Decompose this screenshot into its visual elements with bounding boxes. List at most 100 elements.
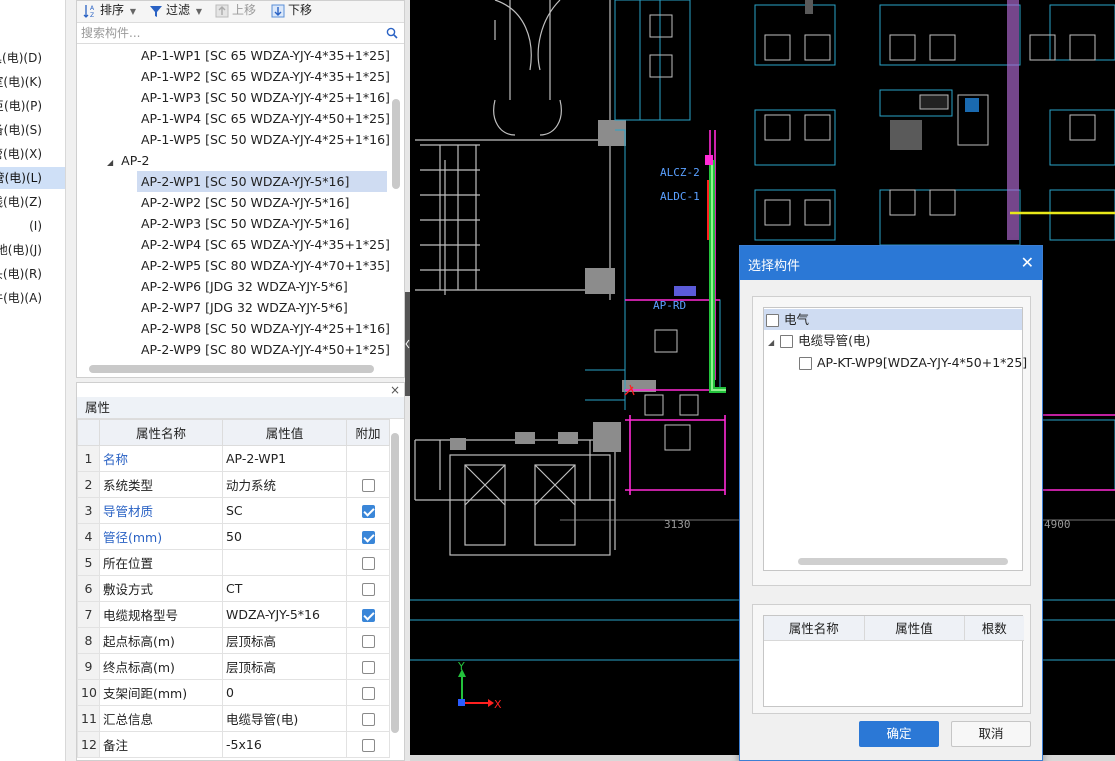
properties-scrollbar[interactable] xyxy=(391,433,399,733)
sort-button[interactable]: A Z 排序 ▼ xyxy=(83,1,136,23)
root-checkbox[interactable] xyxy=(766,314,779,327)
nav-item[interactable]: 具(电)(D) xyxy=(0,47,65,69)
row-number: 7 xyxy=(77,601,100,628)
extra-checkbox[interactable] xyxy=(361,531,375,544)
nav-item[interactable]: 件(电)(A) xyxy=(0,287,65,309)
property-value[interactable]: 动力系统 xyxy=(222,471,347,498)
property-value[interactable]: 50 xyxy=(222,523,347,550)
dialog-count-header: 根数 xyxy=(964,616,1024,641)
nav-item[interactable]: 巨(电)(P) xyxy=(0,95,65,117)
nav-item-label: 管(电)(L) xyxy=(0,171,42,185)
nav-item[interactable]: 地(电)(J) xyxy=(0,239,65,261)
extra-checkbox[interactable] xyxy=(361,505,375,518)
properties-panel: × 属性 属性名称 属性值 附加 1 名称 AP-2-WP1 2 系统类型 动力系统 3 导管… xyxy=(76,382,405,761)
extra-checkbox[interactable] xyxy=(361,635,375,648)
cad-label-alcz: ALCZ-2 xyxy=(660,166,700,179)
property-value[interactable]: SC xyxy=(222,497,347,524)
arrow-up-icon xyxy=(215,4,229,17)
tree-item[interactable]: AP-2-WP1 [SC 50 WDZA-YJY-5*16] xyxy=(137,171,387,192)
row-number: 12 xyxy=(77,731,100,758)
property-value[interactable]: -5x16 xyxy=(222,731,347,758)
property-row[interactable]: 12 备注 -5x16 xyxy=(77,731,390,758)
property-value[interactable]: CT xyxy=(222,575,347,602)
extra-checkbox[interactable] xyxy=(361,713,375,726)
tree-item[interactable]: AP-1-WP3 [SC 50 WDZA-YJY-4*25+1*16] xyxy=(137,87,389,108)
child-checkbox[interactable] xyxy=(780,335,794,348)
property-value[interactable]: 层顶标高 xyxy=(222,653,347,680)
property-value[interactable]: 电缆导管(电) xyxy=(222,705,347,732)
chevron-down-icon: ▼ xyxy=(195,7,202,16)
property-value[interactable]: 层顶标高 xyxy=(222,627,347,654)
filter-icon xyxy=(150,5,162,17)
property-value[interactable]: AP-2-WP1 xyxy=(222,445,347,472)
row-number: 1 xyxy=(77,445,100,472)
property-name: 支架间距(mm) xyxy=(99,679,223,706)
nav-item[interactable]: 线(电)(Z) xyxy=(0,191,65,213)
property-name: 敷设方式 xyxy=(99,575,223,602)
extra-checkbox[interactable] xyxy=(361,583,375,596)
move-down-button[interactable]: 下移 xyxy=(271,1,312,23)
tree-group-row[interactable]: ◢ AP-2 xyxy=(103,150,153,171)
tree-item[interactable]: AP-2-WP9 [SC 80 WDZA-YJY-4*50+1*25] xyxy=(137,339,389,360)
nav-item[interactable]: 管(电)(X) xyxy=(0,143,65,165)
tree-item[interactable]: AP-2-WP2 [SC 50 WDZA-YJY-5*16] xyxy=(137,192,353,213)
extra-checkbox[interactable] xyxy=(361,661,375,674)
expand-arrow-icon[interactable]: ◢ xyxy=(107,158,113,167)
extra-checkbox[interactable] xyxy=(361,609,375,622)
tree-item[interactable]: AP-2-WP7 [JDG 32 WDZA-YJY-5*6] xyxy=(137,297,352,318)
tree-root-row[interactable]: 电气 xyxy=(764,309,1022,330)
extra-checkbox[interactable] xyxy=(361,739,375,752)
extra-cell xyxy=(346,705,390,732)
tree-child-row[interactable]: ◢ 电缆导管(电) xyxy=(764,330,1022,351)
tree-vertical-scrollbar[interactable] xyxy=(392,99,400,189)
property-value[interactable] xyxy=(222,549,347,576)
property-value[interactable]: 0 xyxy=(222,679,347,706)
nav-item[interactable]: 头(电)(R) xyxy=(0,263,65,285)
property-value[interactable]: WDZA-YJY-5*16 xyxy=(222,601,347,628)
search-icon[interactable] xyxy=(386,27,398,39)
tree-item[interactable]: AP-2-WP5 [SC 80 WDZA-YJY-4*70+1*35] xyxy=(137,255,389,276)
tree-item[interactable]: AP-2-WP3 [SC 50 WDZA-YJY-5*16] xyxy=(137,213,353,234)
nav-item[interactable]: 室(电)(K) xyxy=(0,71,65,93)
nav-item-label: (I) xyxy=(29,219,42,233)
property-row[interactable]: 7 电缆规格型号 WDZA-YJY-5*16 xyxy=(77,601,390,628)
property-row[interactable]: 4 管径(mm) 50 xyxy=(77,523,390,550)
filter-button[interactable]: 过滤 ▼ xyxy=(149,1,202,23)
expand-arrow-icon[interactable]: ◢ xyxy=(768,338,774,347)
tree-item[interactable]: AP-2-WP8 [SC 50 WDZA-YJY-4*25+1*16] xyxy=(137,318,389,339)
tree-item[interactable]: AP-1-WP5 [SC 50 WDZA-YJY-4*25+1*16] xyxy=(137,129,389,150)
tree-item[interactable]: AP-2-WP4 [SC 65 WDZA-YJY-4*35+1*25] xyxy=(137,234,389,255)
move-down-label: 下移 xyxy=(288,3,313,17)
ok-button[interactable]: 确定 xyxy=(859,721,939,747)
close-icon[interactable]: × xyxy=(390,383,400,397)
tree-item[interactable]: AP-1-WP4 [SC 65 WDZA-YJY-4*50+1*25] xyxy=(137,108,389,129)
leaf-checkbox[interactable] xyxy=(799,357,812,370)
cancel-button[interactable]: 取消 xyxy=(951,721,1031,747)
nav-item[interactable]: 备(电)(S) xyxy=(0,119,65,141)
property-row[interactable]: 5 所在位置 xyxy=(77,549,390,576)
tree-horizontal-scrollbar[interactable] xyxy=(89,365,374,373)
property-name: 所在位置 xyxy=(99,549,223,576)
extra-checkbox[interactable] xyxy=(361,687,375,700)
property-row[interactable]: 8 起点标高(m) 层顶标高 xyxy=(77,627,390,654)
extra-checkbox[interactable] xyxy=(361,557,375,570)
nav-item[interactable]: 管(电)(L) xyxy=(0,167,65,189)
dialog-tree-scrollbar[interactable] xyxy=(798,558,1008,565)
property-row[interactable]: 9 终点标高(m) 层顶标高 xyxy=(77,653,390,680)
property-row[interactable]: 6 敷设方式 CT xyxy=(77,575,390,602)
close-icon[interactable]: ✕ xyxy=(1021,253,1034,272)
property-row[interactable]: 11 汇总信息 电缆导管(电) xyxy=(77,705,390,732)
search-input[interactable] xyxy=(77,24,377,42)
property-row[interactable]: 3 导管材质 SC xyxy=(77,497,390,524)
property-row[interactable]: 10 支架间距(mm) 0 xyxy=(77,679,390,706)
extra-checkbox[interactable] xyxy=(361,479,375,492)
tree-item[interactable]: AP-1-WP1 [SC 65 WDZA-YJY-4*35+1*25] xyxy=(137,45,389,66)
property-row[interactable]: 2 系统类型 动力系统 xyxy=(77,471,390,498)
tree-item[interactable]: AP-1-WP2 [SC 65 WDZA-YJY-4*35+1*25] xyxy=(137,66,389,87)
property-name: 电缆规格型号 xyxy=(99,601,223,628)
tree-leaf-row[interactable]: AP-KT-WP9[WDZA-YJY-4*50+1*25] xyxy=(799,352,1027,373)
tree-item[interactable]: AP-2-WP6 [JDG 32 WDZA-YJY-5*6] xyxy=(137,276,352,297)
property-row[interactable]: 1 名称 AP-2-WP1 xyxy=(77,445,390,472)
nav-item[interactable]: (I) xyxy=(0,215,65,237)
move-up-button[interactable]: 上移 xyxy=(215,1,256,23)
